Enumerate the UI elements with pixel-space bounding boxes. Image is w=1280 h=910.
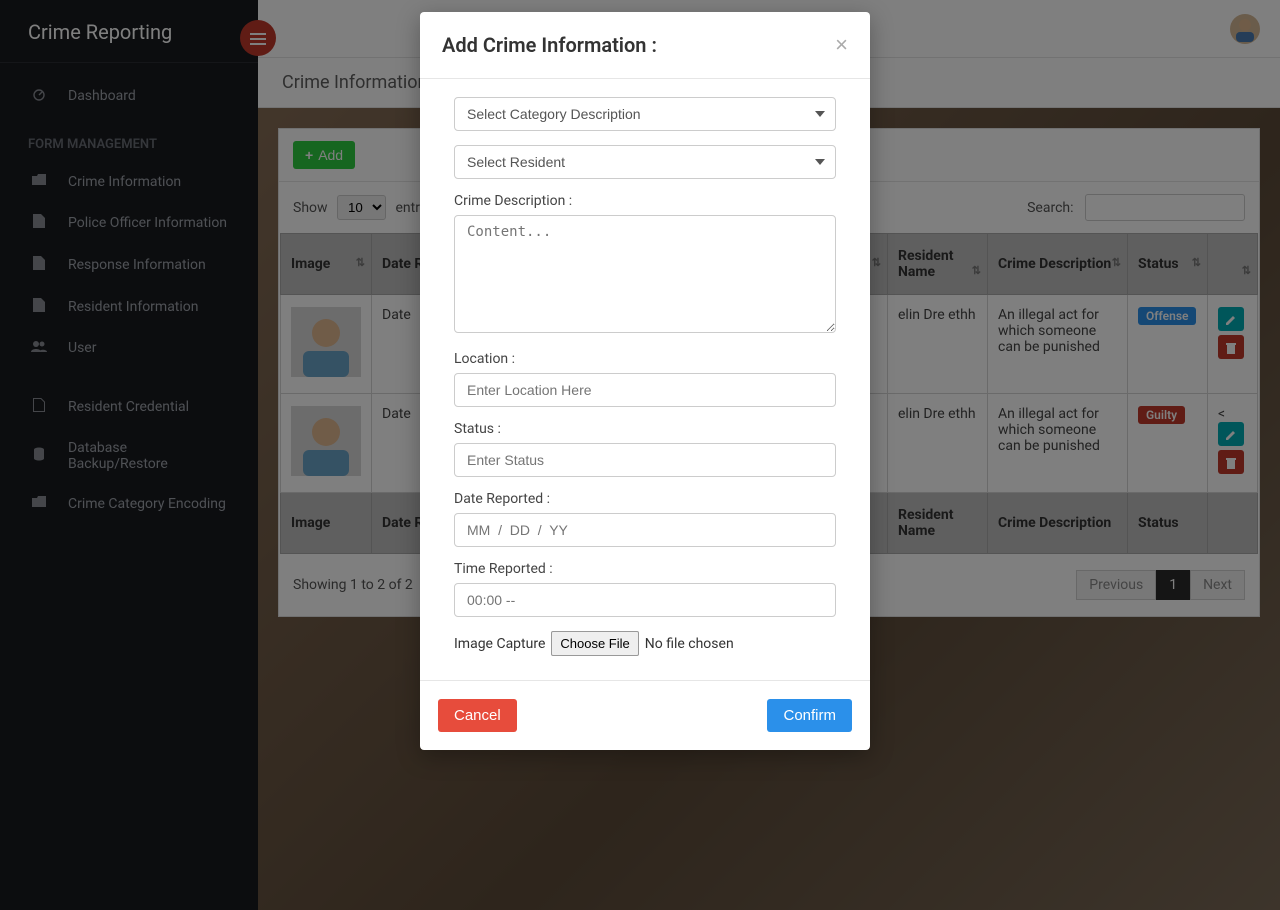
select-resident[interactable]: Select Resident xyxy=(454,145,836,179)
modal-footer: Cancel Confirm xyxy=(420,680,870,750)
date-reported-label: Date Reported : xyxy=(454,491,836,507)
date-reported-input[interactable] xyxy=(454,513,836,547)
file-chosen-text: No file chosen xyxy=(645,636,734,652)
crime-description-textarea[interactable] xyxy=(454,215,836,333)
location-input[interactable] xyxy=(454,373,836,407)
close-icon: × xyxy=(835,32,848,57)
image-capture-label: Image Capture xyxy=(454,636,545,652)
cancel-button[interactable]: Cancel xyxy=(438,699,517,732)
modal-header: Add Crime Information : × xyxy=(420,12,870,79)
select-category[interactable]: Select Category Description xyxy=(454,97,836,131)
crime-description-label: Crime Description : xyxy=(454,193,836,209)
image-capture-row: Image Capture Choose File No file chosen xyxy=(454,631,836,656)
modal-title: Add Crime Information : xyxy=(442,33,657,57)
status-label: Status : xyxy=(454,421,836,437)
location-label: Location : xyxy=(454,351,836,367)
choose-file-button[interactable]: Choose File xyxy=(551,631,638,656)
modal-close-button[interactable]: × xyxy=(835,32,848,58)
status-input[interactable] xyxy=(454,443,836,477)
time-reported-label: Time Reported : xyxy=(454,561,836,577)
modal-body: Select Category Description Select Resid… xyxy=(420,79,870,680)
confirm-button[interactable]: Confirm xyxy=(767,699,852,732)
modal-add-crime: Add Crime Information : × Select Categor… xyxy=(420,12,870,750)
time-reported-input[interactable] xyxy=(454,583,836,617)
